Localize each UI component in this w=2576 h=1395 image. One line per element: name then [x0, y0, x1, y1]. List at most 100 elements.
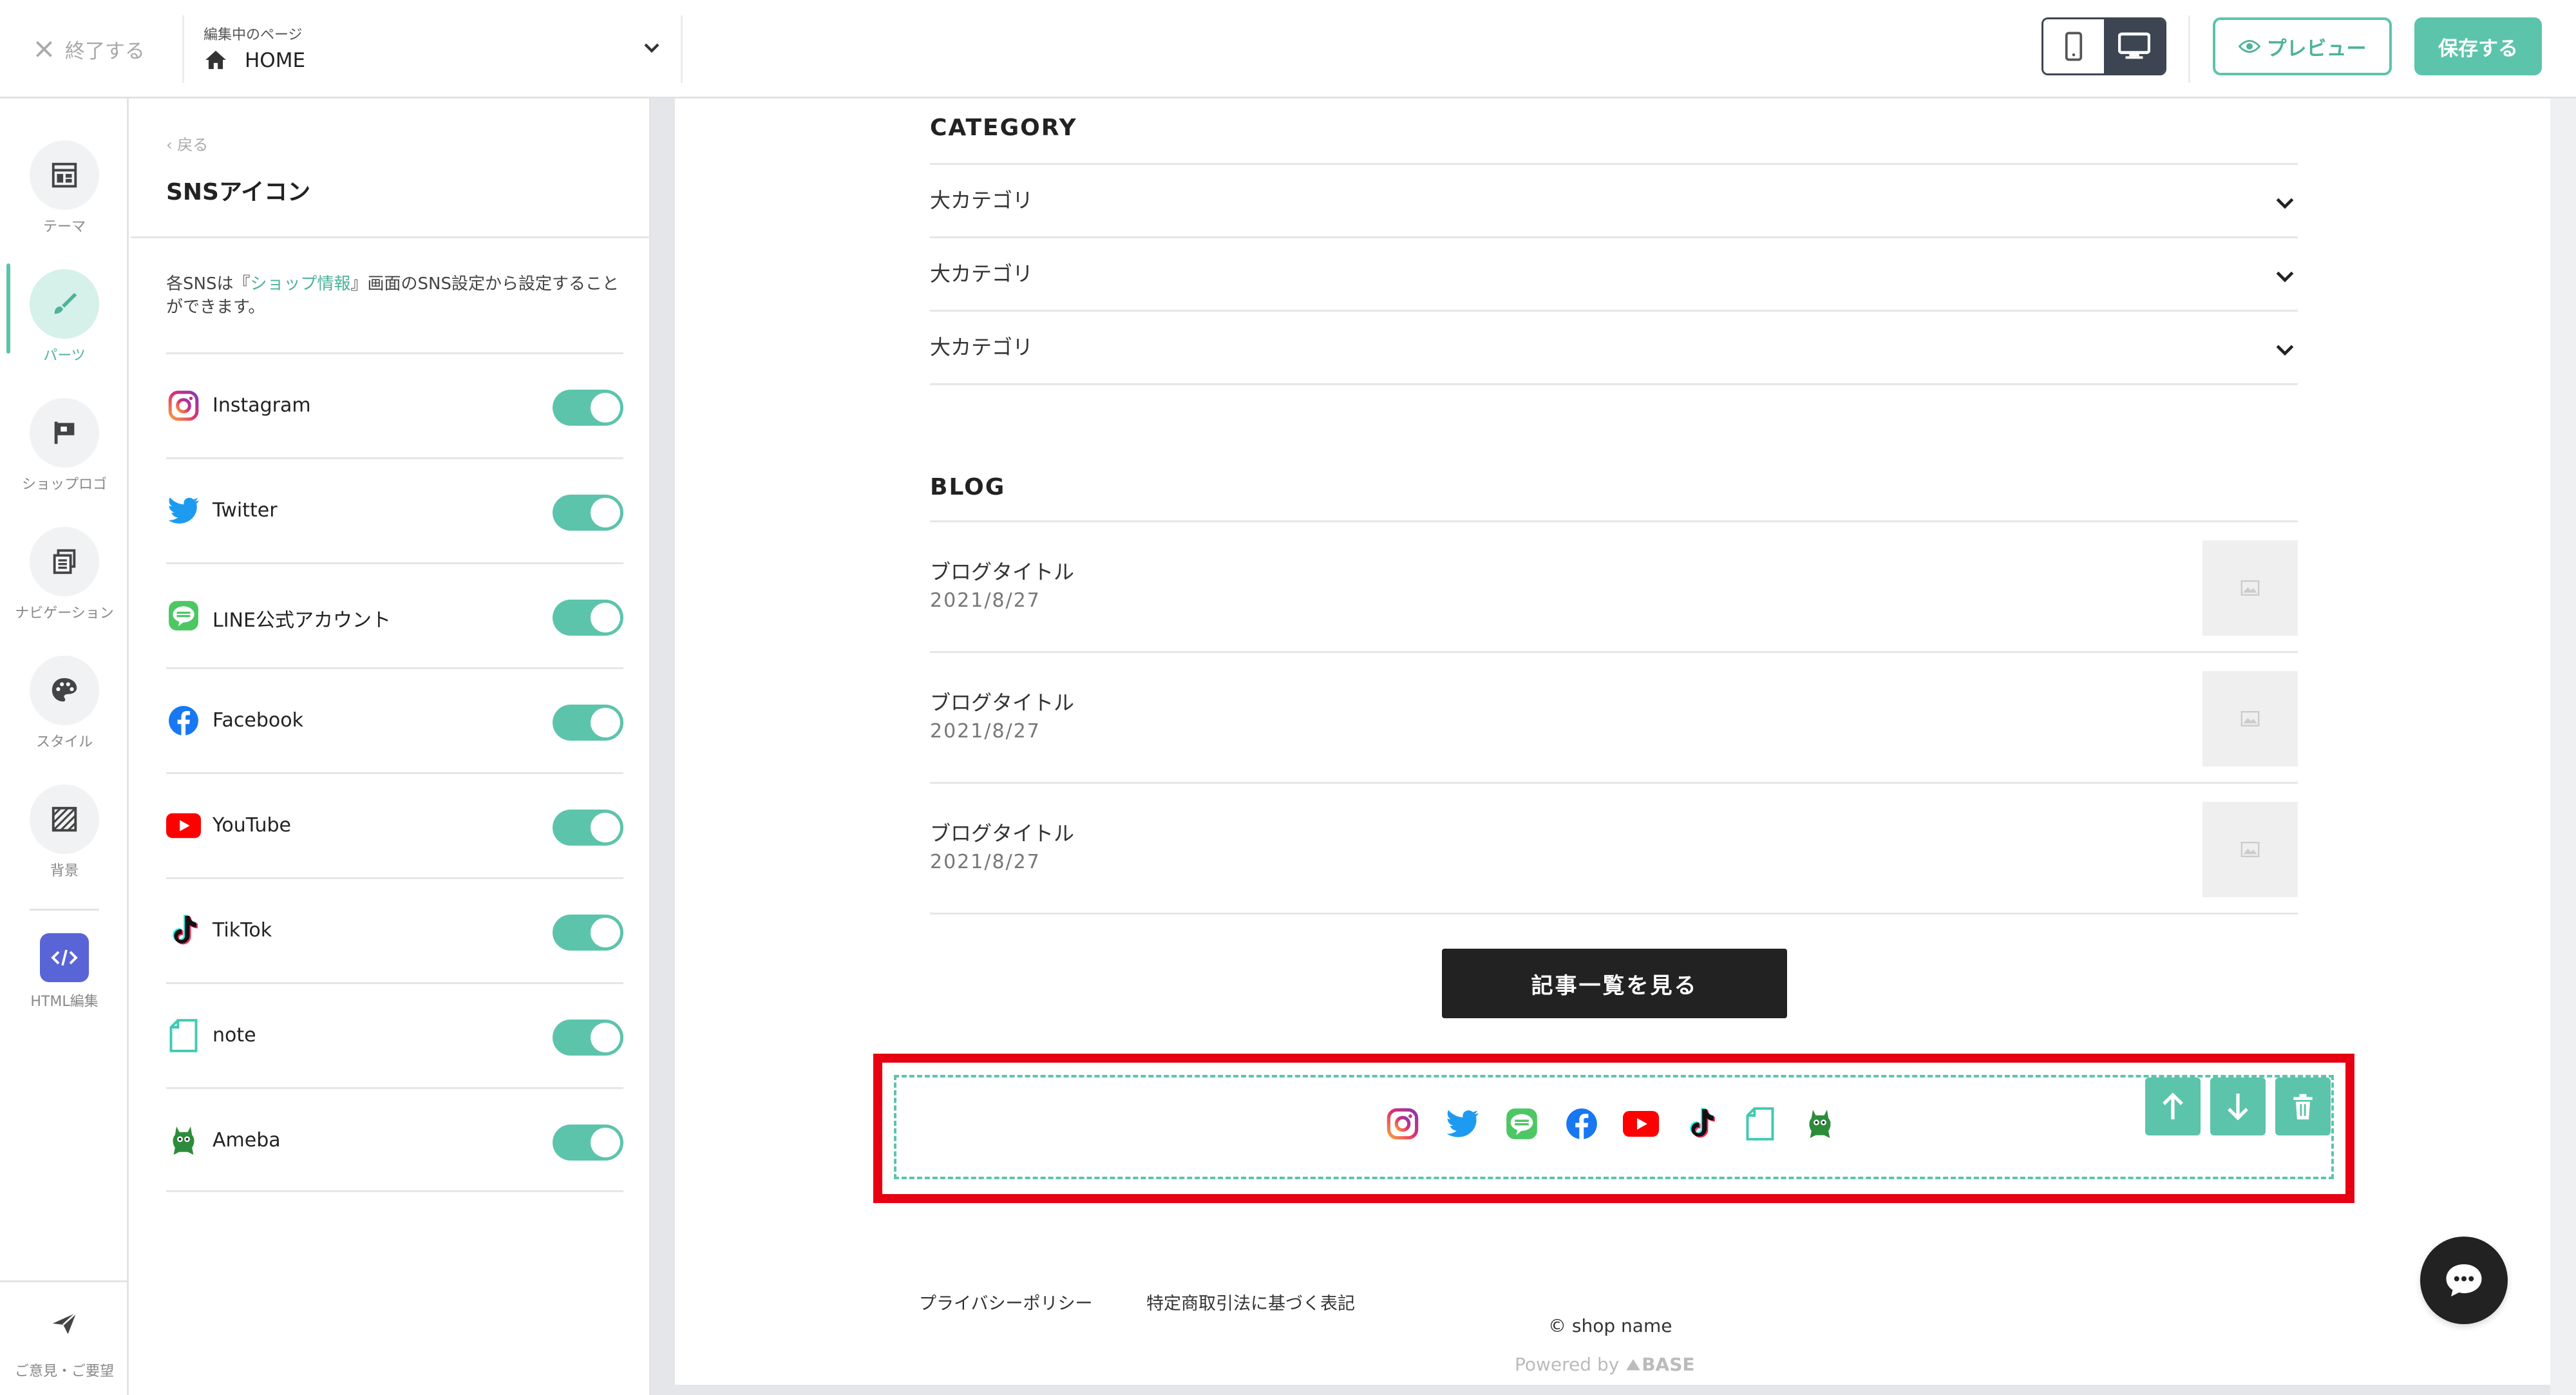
category-item[interactable]: 大カテゴリ: [930, 236, 2298, 310]
blog-date: 2021/8/27: [930, 720, 1041, 743]
feedback-button[interactable]: ご意見・ご要望: [0, 1280, 129, 1395]
save-button[interactable]: 保存する: [2414, 17, 2542, 75]
category-label: 大カテゴリ: [930, 335, 1034, 359]
blog-item[interactable]: ブログタイトル 2021/8/27: [930, 520, 2298, 651]
category-item[interactable]: 大カテゴリ: [930, 310, 2298, 383]
divider: [930, 383, 2298, 385]
page-selector[interactable]: 編集中のページ HOME: [204, 19, 667, 81]
close-icon: ×: [32, 32, 56, 65]
exit-button[interactable]: × 終了する: [32, 30, 145, 68]
rail-item-background[interactable]: 背景: [0, 775, 129, 898]
youtube-icon[interactable]: [1611, 1105, 1671, 1143]
line-icon[interactable]: [1492, 1105, 1552, 1143]
home-icon: [205, 50, 226, 70]
base-brand: BASE: [1642, 1354, 1695, 1375]
move-down-button[interactable]: [2210, 1077, 2266, 1135]
side-rail: テーマ パーツ ショップロゴ ナビゲーション スタイル 背景 HTML編集 ご意…: [0, 99, 129, 1395]
sns-label: Instagram: [213, 394, 311, 417]
panel-title: SNSアイコン: [166, 179, 311, 205]
shop-info-link[interactable]: ショップ情報: [250, 274, 350, 294]
divider: [131, 236, 649, 238]
instagram-icon: [166, 388, 201, 423]
view-all-posts-button[interactable]: 記事一覧を見る: [1442, 949, 1787, 1018]
rail-item-style[interactable]: スタイル: [0, 647, 129, 769]
theme-icon: [30, 140, 99, 210]
line-toggle[interactable]: [553, 600, 623, 636]
rail-item-theme[interactable]: テーマ: [0, 131, 129, 254]
background-pattern-icon: [30, 784, 99, 854]
line-icon: [166, 598, 201, 633]
preview-button[interactable]: プレビュー: [2213, 17, 2392, 75]
sns-label: Twitter: [213, 499, 278, 522]
note-toggle[interactable]: [553, 1020, 623, 1056]
powered-by: Powered by BASE: [1515, 1354, 1695, 1375]
chat-button[interactable]: [2420, 1237, 2508, 1324]
tiktok-icon[interactable]: [1671, 1105, 1731, 1143]
ameba-toggle[interactable]: [553, 1125, 623, 1161]
scrollbar[interactable]: [2550, 99, 2576, 1395]
arrow-up-icon: [2163, 1092, 2183, 1119]
tiktok-toggle[interactable]: [553, 915, 623, 951]
blog-title: ブログタイトル: [930, 560, 1075, 584]
category-item[interactable]: 大カテゴリ: [930, 163, 2298, 236]
sns-row-line: LINE公式アカウント: [166, 562, 623, 667]
desktop-view-button[interactable]: [2104, 19, 2164, 73]
sns-label: Ameba: [213, 1129, 281, 1152]
category-label: 大カテゴリ: [930, 188, 1034, 213]
twitter-icon: [166, 493, 201, 528]
chevron-left-icon: ‹: [166, 136, 178, 154]
trash-icon: [2293, 1094, 2313, 1120]
chevron-down-icon: [2276, 271, 2294, 283]
powered-by-text: Powered by: [1515, 1354, 1620, 1375]
note-icon: [166, 1018, 201, 1053]
back-link[interactable]: ‹ 戻る: [166, 132, 208, 155]
blog-date: 2021/8/27: [930, 589, 1041, 612]
back-label: 戻る: [177, 136, 209, 154]
facebook-icon[interactable]: [1552, 1105, 1612, 1143]
youtube-toggle[interactable]: [553, 810, 623, 846]
legal-notice-link[interactable]: 特定商取引法に基づく表記: [1146, 1289, 1355, 1314]
ameba-icon: [166, 1123, 201, 1158]
rail-item-html-edit[interactable]: HTML編集: [0, 927, 129, 1049]
sns-list: Instagram Twitter LINE公式アカウント Facebook Y…: [166, 352, 623, 1192]
twitter-toggle[interactable]: [553, 495, 623, 531]
rail-label: HTML編集: [30, 994, 99, 1010]
feedback-label: ご意見・ご要望: [14, 1363, 114, 1380]
rail-item-parts[interactable]: パーツ: [0, 260, 129, 383]
sns-row-instagram: Instagram: [166, 352, 623, 457]
chat-bubble-icon: [2446, 1264, 2482, 1296]
chevron-down-icon: [2276, 198, 2294, 209]
send-icon: [52, 1312, 77, 1334]
instagram-icon[interactable]: [1373, 1105, 1433, 1143]
arrow-down-icon: [2228, 1094, 2248, 1121]
palette-icon: [30, 656, 99, 725]
ameba-icon[interactable]: [1790, 1105, 1850, 1143]
smartphone-icon: [2065, 32, 2083, 61]
privacy-policy-link[interactable]: プライバシーポリシー: [919, 1289, 1092, 1314]
rail-label: テーマ: [43, 219, 86, 235]
copyright: © shop name: [1548, 1315, 1672, 1336]
sns-row-twitter: Twitter: [166, 457, 623, 562]
mobile-view-button[interactable]: [2043, 19, 2104, 73]
sns-row-facebook: Facebook: [166, 667, 623, 772]
image-placeholder-icon: [2202, 802, 2298, 897]
blog-item[interactable]: ブログタイトル 2021/8/27: [930, 782, 2298, 913]
rail-item-shop-logo[interactable]: ショップロゴ: [0, 389, 129, 511]
note-icon[interactable]: [1730, 1105, 1790, 1143]
facebook-toggle[interactable]: [553, 705, 623, 741]
youtube-icon: [166, 808, 201, 843]
twitter-icon[interactable]: [1433, 1105, 1493, 1143]
sns-row-tiktok: TikTok: [166, 877, 623, 982]
preview-label: プレビュー: [2266, 37, 2367, 61]
base-logo-icon: [1626, 1359, 1641, 1371]
chevron-down-icon: [644, 43, 659, 53]
sns-row-youtube: YouTube: [166, 772, 623, 877]
instagram-toggle[interactable]: [553, 390, 623, 426]
delete-button[interactable]: [2275, 1077, 2331, 1135]
divider: [930, 913, 2298, 915]
divider: [182, 15, 184, 83]
blog-item[interactable]: ブログタイトル 2021/8/27: [930, 651, 2298, 782]
rail-item-navigation[interactable]: ナビゲーション: [0, 518, 129, 640]
move-up-button[interactable]: [2145, 1077, 2201, 1135]
device-toggle: [2041, 17, 2166, 75]
